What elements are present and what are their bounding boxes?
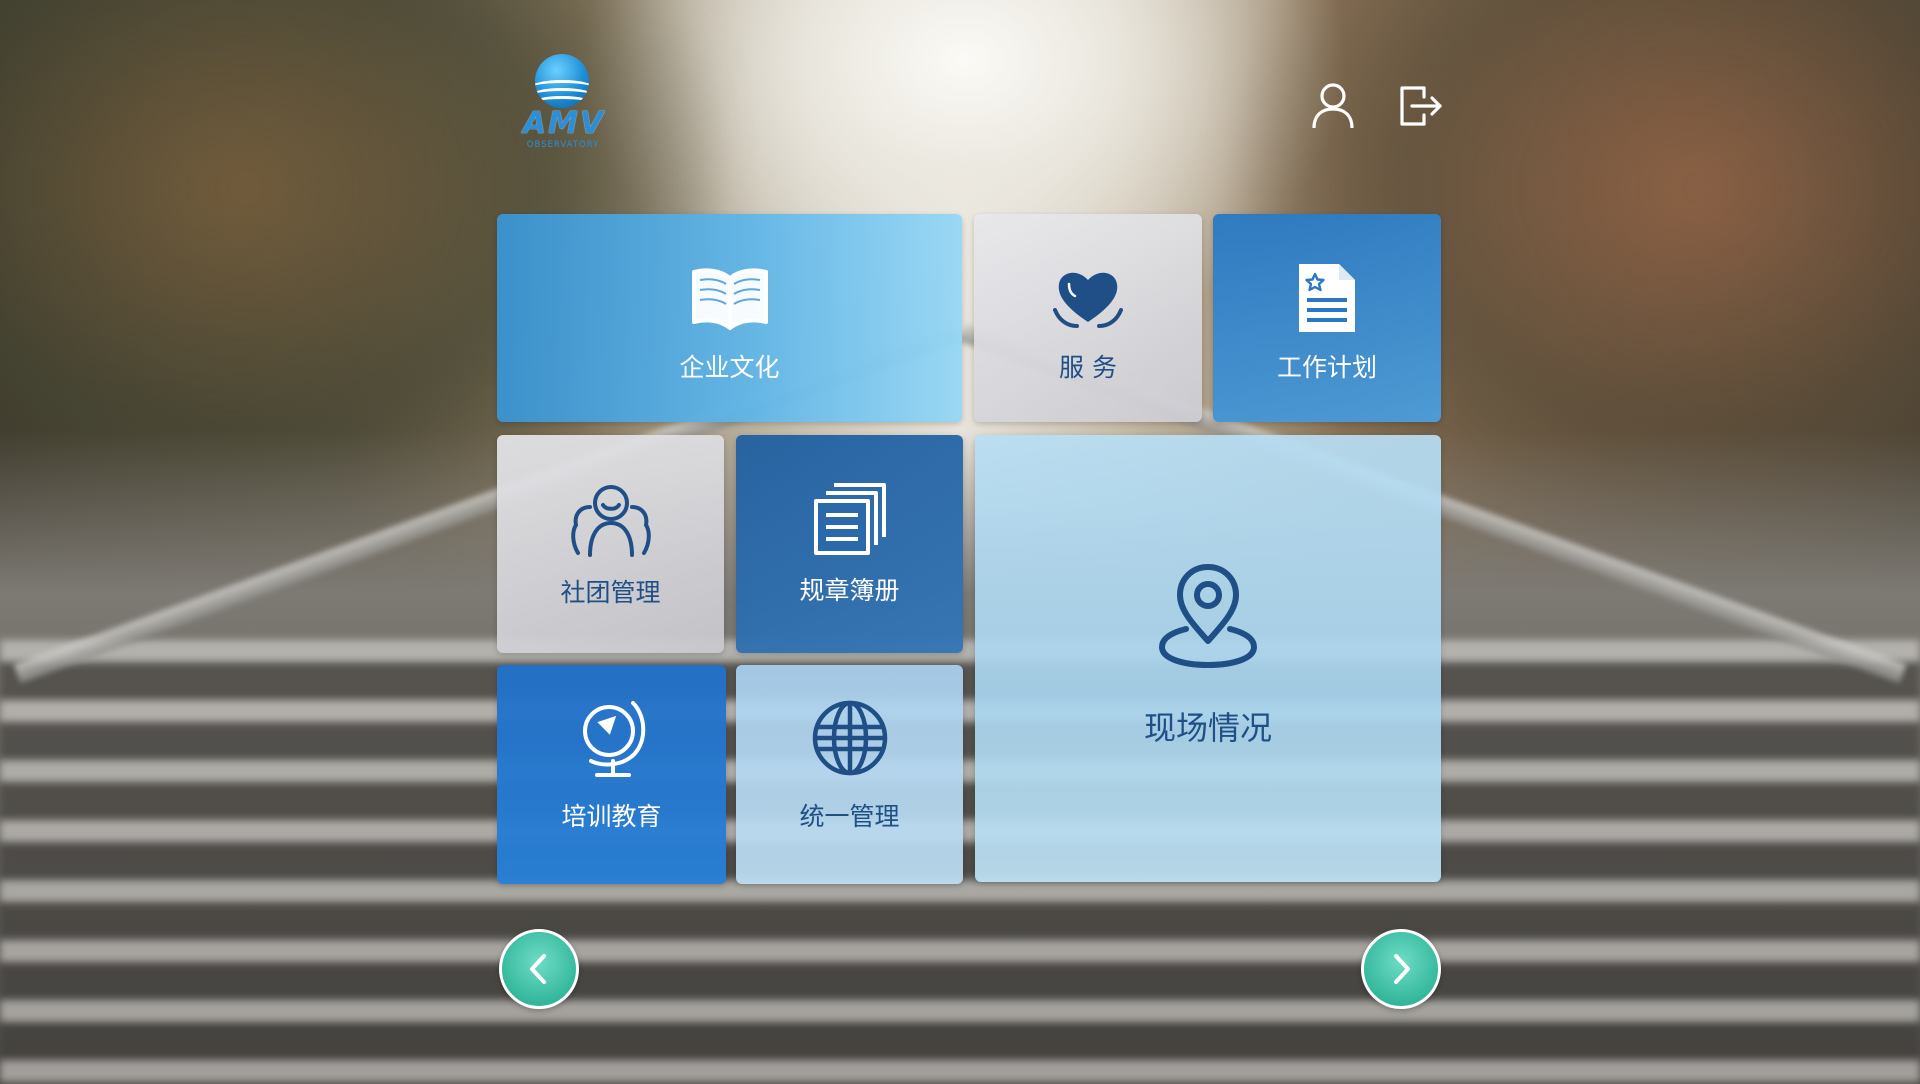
tile-site-status[interactable]: 现场情况: [975, 435, 1441, 882]
tile-rules-handbook[interactable]: 规章簿册: [736, 435, 963, 653]
heart-hands-icon: [1053, 272, 1123, 328]
tile-club-management[interactable]: 社团管理: [497, 435, 724, 653]
document-star-icon: [1299, 264, 1355, 332]
tile-corporate-culture[interactable]: 企业文化: [497, 214, 962, 422]
tile-label: 现场情况: [1143, 709, 1272, 747]
group-icon: [570, 485, 651, 557]
logo-title: AMV: [522, 106, 606, 141]
world-grid-icon: [812, 700, 887, 776]
globe-icon: [582, 701, 645, 777]
brand-logo: AMV OBSERVATORY: [508, 52, 618, 156]
user-icon: [1312, 83, 1354, 129]
location-pin-icon: [1159, 564, 1257, 668]
logo-globe-icon: [535, 54, 589, 108]
tile-label: 企业文化: [679, 353, 780, 382]
tile-work-plan[interactable]: 工作计划: [1213, 214, 1441, 422]
logo-subtitle: OBSERVATORY: [526, 140, 600, 150]
tile-label: 服 务: [1059, 353, 1117, 382]
chevron-right-icon: [1394, 954, 1410, 984]
tile-label: 社团管理: [560, 578, 661, 607]
previous-page-button[interactable]: [499, 929, 579, 1009]
tile-training-education[interactable]: 培训教育: [497, 665, 726, 884]
user-profile-button[interactable]: [1310, 82, 1356, 130]
open-book-icon: [691, 268, 768, 330]
tile-unified-management[interactable]: 统一管理: [736, 665, 963, 884]
tile-label: 统一管理: [799, 802, 900, 831]
tile-service[interactable]: 服 务: [974, 214, 1202, 422]
logout-button[interactable]: [1398, 82, 1444, 130]
next-page-button[interactable]: [1361, 929, 1441, 1009]
tile-label: 培训教育: [561, 802, 662, 831]
tile-label: 规章簿册: [799, 576, 900, 605]
chevron-left-icon: [530, 954, 546, 984]
logout-icon: [1400, 86, 1442, 126]
tile-label: 工作计划: [1276, 353, 1377, 382]
stacked-documents-icon: [813, 483, 886, 555]
